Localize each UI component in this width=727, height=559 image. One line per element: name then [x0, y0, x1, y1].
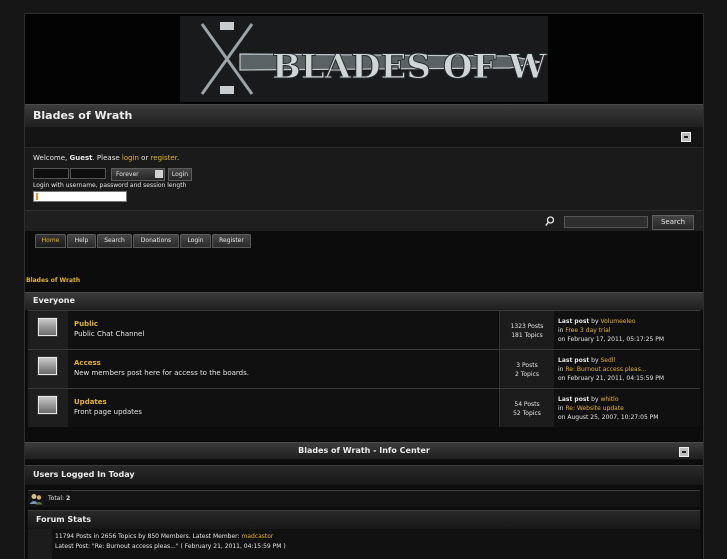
- board-name-link[interactable]: Public: [74, 320, 98, 328]
- board-info: Access New members post here for access …: [68, 350, 498, 388]
- search-icon: [545, 216, 554, 227]
- users-total: Total: 2: [48, 495, 71, 502]
- menu-tab-help[interactable]: Help: [67, 234, 96, 248]
- board-description: Front page updates: [74, 408, 142, 416]
- board-last-post: Last post by Volumeeleo in Free 3 day tr…: [554, 311, 700, 349]
- welcome-message: Welcome, Guest. Please login or register…: [33, 154, 180, 162]
- forum-title-bar: Blades of Wrath: [25, 104, 703, 128]
- search-button[interactable]: Search: [652, 215, 694, 230]
- chevron-down-icon: [155, 170, 163, 178]
- forum-title: Blades of Wrath: [33, 109, 133, 122]
- collapse-info-center-icon[interactable]: [679, 447, 689, 457]
- latest-member-link[interactable]: madcastor: [241, 533, 273, 540]
- board-row: Public Public Chat Channel 1323 Posts 18…: [28, 310, 700, 349]
- board-description: New members post here for access to the …: [74, 369, 249, 377]
- forum-wrapper: BLADES OF WRATH Blades of Wrath Welcome,…: [24, 13, 704, 559]
- menu-tab-home[interactable]: Home: [35, 234, 66, 248]
- info-center-header: Blades of Wrath - Info Center: [25, 442, 703, 460]
- board-icon: [28, 311, 68, 349]
- login-note: Login with username, password and sessio…: [33, 182, 187, 189]
- logo-image: BLADES OF WRATH: [180, 16, 548, 102]
- category-title[interactable]: Everyone: [33, 296, 75, 305]
- last-post-topic-link[interactable]: Re: Burnout access pleas...: [565, 366, 646, 373]
- main-menu: Home Help Search Donations Login Registe…: [25, 231, 703, 248]
- board-stats: 3 Posts 2 Topics: [499, 350, 554, 388]
- board-row: Access New members post here for access …: [28, 349, 700, 388]
- session-length-select[interactable]: Forever: [111, 168, 165, 181]
- menu-tab-search[interactable]: Search: [97, 234, 132, 248]
- users-today-header: Users Logged In Today: [25, 465, 703, 485]
- board-info: Updates Front page updates: [68, 389, 498, 427]
- last-post-user-link[interactable]: whitlo: [600, 396, 618, 403]
- last-post-user-link[interactable]: Volumeeleo: [600, 318, 635, 325]
- forum-stats-header: Forum Stats: [28, 510, 700, 530]
- board-icon: [28, 350, 68, 388]
- collapse-upper-icon[interactable]: [681, 132, 691, 142]
- last-post-topic-link[interactable]: Free 3 day trial: [565, 327, 610, 334]
- svg-text:BLADES OF WRATH: BLADES OF WRATH: [272, 47, 548, 87]
- forum-stats-summary: 11794 Posts in 2656 Topics by 850 Member…: [55, 533, 274, 540]
- breadcrumb[interactable]: Blades of Wrath: [26, 277, 80, 284]
- register-link[interactable]: register: [151, 154, 177, 162]
- menu-tab-register[interactable]: Register: [212, 234, 251, 248]
- search-bar: Search: [25, 210, 703, 232]
- board-stats: 54 Posts 52 Topics: [499, 389, 554, 427]
- board-description: Public Chat Channel: [74, 330, 145, 338]
- users-icon: [29, 494, 43, 505]
- board-icon: [28, 389, 68, 427]
- board-row: Updates Front page updates 54 Posts 52 T…: [28, 388, 700, 427]
- stats-icon: [28, 529, 52, 559]
- password-input[interactable]: [70, 168, 106, 179]
- search-input[interactable]: [564, 216, 648, 228]
- username-input[interactable]: [33, 168, 69, 179]
- last-post-topic-link[interactable]: Re: Website update: [565, 405, 624, 412]
- category-header: Everyone: [25, 292, 703, 311]
- login-link[interactable]: login: [122, 154, 139, 162]
- forum-stats-row: 11794 Posts in 2656 Topics by 850 Member…: [28, 529, 700, 559]
- board-name-link[interactable]: Access: [74, 359, 101, 367]
- last-post-user-link[interactable]: Sedll: [600, 357, 615, 364]
- info-center-title: Blades of Wrath - Info Center: [298, 446, 430, 455]
- users-today-title: Users Logged In Today: [33, 470, 135, 479]
- login-button[interactable]: Login: [168, 168, 192, 181]
- board-info: Public Public Chat Channel: [68, 311, 498, 349]
- board-name-link[interactable]: Updates: [74, 398, 107, 406]
- forum-stats-title: Forum Stats: [36, 515, 91, 524]
- menu-tab-donations[interactable]: Donations: [133, 234, 179, 248]
- board-stats: 1323 Posts 181 Topics: [499, 311, 554, 349]
- header-banner: BLADES OF WRATH: [25, 14, 703, 104]
- upper-section-bar: [25, 127, 703, 148]
- board-last-post: Last post by whitlo in Re: Website updat…: [554, 389, 700, 427]
- forum-logo[interactable]: BLADES OF WRATH: [180, 16, 548, 102]
- latest-post-summary[interactable]: Latest Post: "Re: Burnout access pleas..…: [55, 543, 286, 550]
- menu-tab-login[interactable]: Login: [180, 234, 211, 248]
- openid-input[interactable]: [33, 191, 127, 202]
- openid-icon: [36, 193, 42, 200]
- users-today-row: Total: 2: [28, 490, 700, 507]
- board-last-post: Last post by Sedll in Re: Burnout access…: [554, 350, 700, 388]
